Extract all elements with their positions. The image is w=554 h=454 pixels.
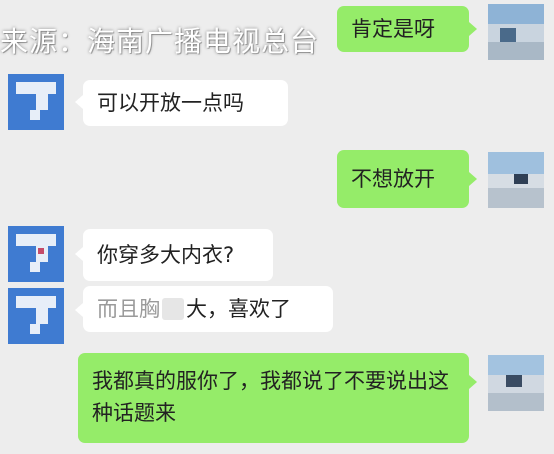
bubble-tail [469,22,477,36]
bubble-tail [469,375,477,389]
message-text: 可以开放一点吗 [97,91,244,115]
bubble-tail [75,247,83,261]
bubble-tail [75,95,83,109]
message-text-continued: 大，喜欢了 [186,297,291,321]
message-bubble-outgoing[interactable]: 我都真的服你了，我都说了不要说出这种话题来 [78,353,469,443]
message-text: 你穿多大内衣? [97,243,235,267]
avatar-self[interactable] [488,355,544,411]
message-text: 不想放开 [351,167,435,191]
message-bubble-incoming[interactable]: 你穿多大内衣? [83,229,273,281]
avatar-contact[interactable] [8,226,64,282]
avatar-self[interactable] [488,4,544,60]
message-bubble-incoming[interactable]: 可以开放一点吗 [83,80,288,126]
message-bubble-outgoing[interactable]: 不想放开 [337,150,469,208]
bubble-tail [75,303,83,317]
message-text: 肯定是呀 [351,17,435,41]
message-bubble-outgoing[interactable]: 肯定是呀 [337,6,469,52]
message-text: 而且胸 [97,297,160,321]
message-text: 我都真的服你了，我都说了不要说出这种话题来 [92,369,449,425]
avatar-contact[interactable] [8,74,64,130]
censor-blur [162,298,184,320]
avatar-self[interactable] [488,152,544,208]
message-bubble-incoming[interactable]: 而且胸 大，喜欢了 [83,286,333,332]
source-watermark: 来源：海南广播电视总台 [0,25,320,58]
bubble-tail [469,172,477,186]
avatar-contact[interactable] [8,288,64,344]
